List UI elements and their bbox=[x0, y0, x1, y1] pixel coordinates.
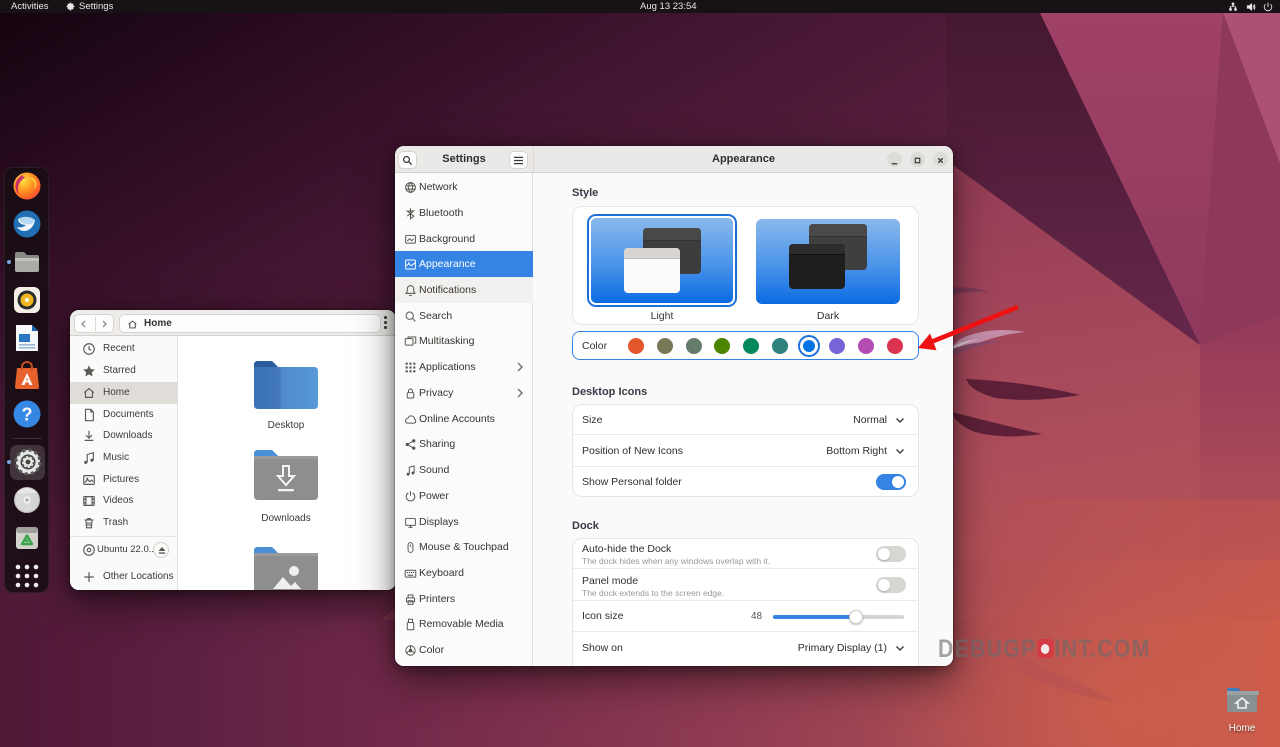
svg-text:?: ? bbox=[22, 405, 33, 425]
